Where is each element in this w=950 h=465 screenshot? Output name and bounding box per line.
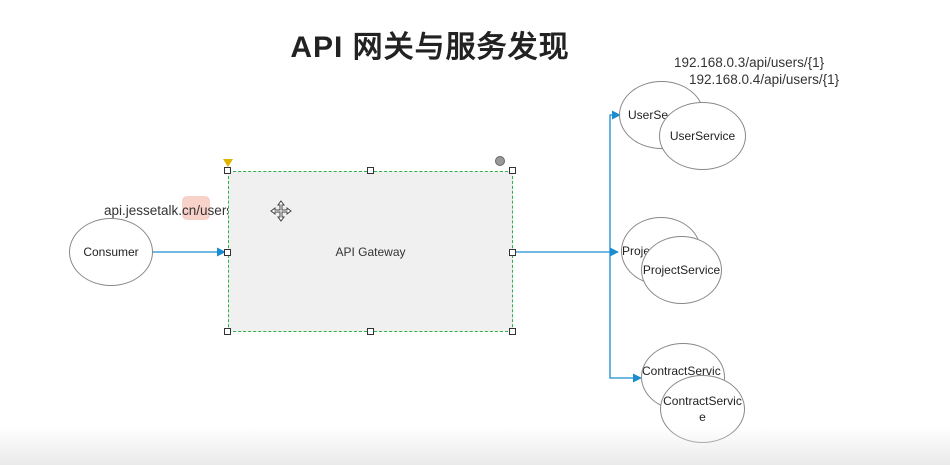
resize-handle-bottom-right[interactable]	[509, 328, 516, 335]
resize-handle-top-right[interactable]	[509, 167, 516, 174]
diagram-canvas[interactable]: API 网关与服务发现 192.168.0.3/api/users/{1} 19…	[0, 0, 950, 465]
resize-handle-top-middle[interactable]	[367, 167, 374, 174]
rotate-handle[interactable]	[495, 156, 505, 166]
api-gateway-node[interactable]: API Gateway	[228, 171, 513, 332]
user-service-front-label: UserService	[669, 129, 736, 143]
gateway-to-user-connector	[609, 110, 621, 252]
user-instance-address-1: 192.168.0.3/api/users/{1}	[674, 55, 825, 70]
bottom-fade	[0, 427, 950, 465]
resize-handle-bottom-middle[interactable]	[367, 328, 374, 335]
adjust-handle[interactable]	[223, 159, 233, 167]
resize-handle-middle-left[interactable]	[224, 249, 231, 256]
contract-service-node-front[interactable]: ContractService	[660, 375, 745, 443]
user-instance-address-2: 192.168.0.4/api/users/{1}	[689, 72, 840, 87]
user-service-back-label: UserSe	[628, 108, 669, 122]
resize-handle-top-left[interactable]	[224, 167, 231, 174]
consumer-label: Consumer	[83, 245, 139, 259]
project-service-node-front[interactable]: ProjectService	[641, 236, 722, 304]
resize-handle-middle-right[interactable]	[509, 249, 516, 256]
contract-service-front-label: ContractService	[663, 394, 742, 424]
project-service-front-label: ProjectService	[642, 263, 721, 277]
resize-handle-bottom-left[interactable]	[224, 328, 231, 335]
consumer-node[interactable]: Consumer	[69, 218, 153, 286]
api-gateway-label: API Gateway	[335, 244, 406, 259]
move-cursor-icon	[270, 200, 292, 222]
user-service-node-front[interactable]: UserService	[659, 102, 746, 170]
